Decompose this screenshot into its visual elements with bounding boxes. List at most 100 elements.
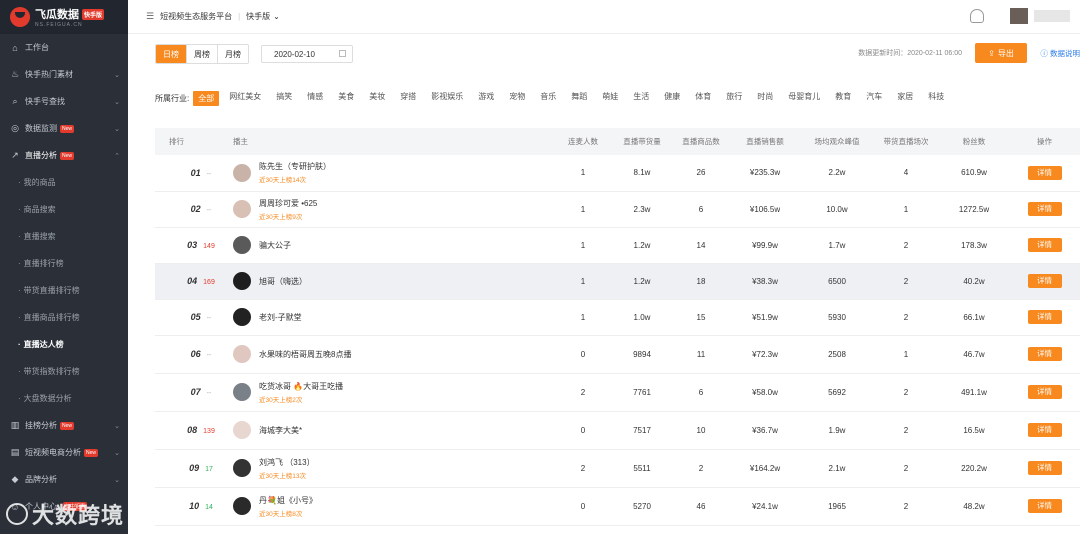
anchor-info[interactable]: 水果味的梧哥周五晚8点播 bbox=[233, 345, 555, 363]
brand-logo[interactable]: 飞瓜数据 快手版 NS.FEIGUA.CN bbox=[0, 0, 128, 34]
table-row[interactable]: 06 -- 水果味的梧哥周五晚8点播 0 9894 11 ¥72.3w 2508 1 46.7w 详… bbox=[155, 335, 1080, 373]
detail-button[interactable]: 详情 bbox=[1027, 165, 1062, 180]
table-row[interactable]: 08 139 海城李大美* 0 7517 10 ¥36.7w 1.9w 2 16.5w 详情 bbox=[155, 411, 1080, 449]
user-name-blurred[interactable] bbox=[1034, 10, 1070, 22]
industry-option[interactable]: 情感 bbox=[307, 91, 323, 106]
industry-option[interactable]: 汽车 bbox=[866, 91, 882, 106]
sidebar-subitem[interactable]: 直播达人榜 bbox=[0, 331, 128, 358]
tab-daily[interactable]: 日榜 bbox=[156, 45, 187, 63]
anchor-avatar[interactable] bbox=[233, 459, 251, 477]
detail-button[interactable]: 详情 bbox=[1027, 238, 1062, 252]
menu-icon[interactable]: ☰ bbox=[146, 11, 154, 22]
anchor-avatar[interactable] bbox=[233, 345, 251, 363]
anchor-info[interactable]: 海城李大美* bbox=[233, 421, 555, 439]
anchor-info[interactable]: 刘鸿飞 （313） 近30天上榜13次 bbox=[233, 457, 555, 480]
table-row[interactable]: 04 169 旭哥（嗨选） 1 1.2w 18 ¥38.3w 6500 2 40.2w 详情 bbox=[155, 263, 1080, 299]
anchor-name[interactable]: 吃货冰哥 🔥大哥王吃播 bbox=[259, 381, 343, 392]
detail-button[interactable]: 详情 bbox=[1027, 461, 1062, 475]
date-picker[interactable]: 2020-02-10 bbox=[261, 45, 353, 63]
sidebar-item-trend[interactable]: ↗ 直播分析 New ⌃ bbox=[0, 142, 128, 169]
col-peak[interactable]: 场均观众峰值 bbox=[801, 128, 873, 155]
industry-option[interactable]: 生活 bbox=[633, 91, 649, 106]
sidebar-item-bar-chart[interactable]: ▥ 挂榜分析 New ⌄ bbox=[0, 412, 128, 439]
sidebar-item-home[interactable]: ⌂ 工作台 bbox=[0, 34, 128, 61]
industry-option[interactable]: 舞蹈 bbox=[571, 91, 587, 106]
sidebar-subitem[interactable]: 直播排行榜 bbox=[0, 250, 128, 277]
anchor-avatar[interactable] bbox=[233, 200, 251, 218]
anchor-name[interactable]: 骗大公子 bbox=[259, 240, 291, 251]
industry-option[interactable]: 健康 bbox=[664, 91, 680, 106]
anchor-info[interactable]: 旭哥（嗨选） bbox=[233, 272, 555, 290]
industry-option[interactable]: 搞笑 bbox=[276, 91, 292, 106]
col-sales[interactable]: 直播带货量 bbox=[611, 128, 673, 155]
col-rank[interactable]: 排行 bbox=[155, 128, 233, 155]
table-row[interactable]: 02 -- 周周珍可爱 •625 近30天上榜9次 1 2.3w 6 ¥106.5w 10.0w… bbox=[155, 191, 1080, 227]
industry-option[interactable]: 时尚 bbox=[757, 91, 773, 106]
industry-option[interactable]: 美食 bbox=[338, 91, 354, 106]
table-row[interactable]: 03 149 骗大公子 1 1.2w 14 ¥99.9w 1.7w 2 178.3w 详情 bbox=[155, 227, 1080, 263]
anchor-avatar[interactable] bbox=[233, 497, 251, 515]
headset-icon[interactable] bbox=[970, 9, 984, 23]
sidebar-subitem[interactable]: 带货指数排行榜 bbox=[0, 358, 128, 385]
anchor-name[interactable]: 旭哥（嗨选） bbox=[259, 276, 307, 287]
tab-monthly[interactable]: 月榜 bbox=[218, 45, 248, 63]
version-dropdown[interactable]: 快手版 bbox=[246, 11, 270, 22]
industry-option[interactable]: 网红美女 bbox=[229, 91, 261, 106]
detail-button[interactable]: 详情 bbox=[1027, 202, 1062, 216]
industry-option[interactable]: 萌娃 bbox=[602, 91, 618, 106]
detail-button[interactable]: 详情 bbox=[1027, 423, 1062, 437]
industry-option[interactable]: 全部 bbox=[193, 91, 220, 106]
anchor-info[interactable]: 老刘-子默堂 bbox=[233, 308, 555, 326]
table-row[interactable]: 09 17 刘鸿飞 （313） 近30天上榜13次 2 5511 2 ¥164.2w 2.1w 2… bbox=[155, 449, 1080, 487]
detail-button[interactable]: 详情 bbox=[1027, 347, 1062, 361]
anchor-avatar[interactable] bbox=[233, 163, 251, 182]
sidebar-subitem[interactable]: 直播商品排行榜 bbox=[0, 304, 128, 331]
anchor-name[interactable]: 水果味的梧哥周五晚8点播 bbox=[259, 349, 351, 360]
industry-option[interactable]: 穿搭 bbox=[400, 91, 416, 106]
col-goods[interactable]: 直播商品数 bbox=[673, 128, 729, 155]
table-row[interactable]: 10 14 丹💐姐《小号》 近30天上榜8次 0 5270 46 ¥24.1w 1965 2 48.… bbox=[155, 487, 1080, 525]
sidebar-subitem[interactable]: 带货直播排行榜 bbox=[0, 277, 128, 304]
industry-option[interactable]: 音乐 bbox=[540, 91, 556, 106]
sidebar-item-search[interactable]: ⌕ 快手号查找 ⌄ bbox=[0, 88, 128, 115]
anchor-name[interactable]: 丹💐姐《小号》 bbox=[259, 495, 317, 506]
anchor-name[interactable]: 老刘-子默堂 bbox=[259, 312, 302, 323]
detail-button[interactable]: 详情 bbox=[1027, 385, 1062, 399]
export-button[interactable]: ⇪ 导出 bbox=[975, 43, 1027, 63]
anchor-avatar[interactable] bbox=[233, 236, 251, 254]
detail-button[interactable]: 详情 bbox=[1027, 274, 1062, 288]
table-row[interactable]: 05 -- 老刘-子默堂 1 1.0w 15 ¥51.9w 5930 2 66.1w 详情 bbox=[155, 299, 1080, 335]
industry-option[interactable]: 科技 bbox=[928, 91, 944, 106]
sidebar-item-diamond[interactable]: ◆ 品牌分析 ⌄ bbox=[0, 466, 128, 493]
industry-option[interactable]: 体育 bbox=[695, 91, 711, 106]
anchor-info[interactable]: 骗大公子 bbox=[233, 236, 555, 254]
industry-option[interactable]: 母婴育儿 bbox=[788, 91, 820, 106]
col-sessions[interactable]: 带货直播场次 bbox=[873, 128, 939, 155]
anchor-name[interactable]: 刘鸿飞 （313） bbox=[259, 457, 315, 468]
col-gmv[interactable]: 直播销售额 bbox=[729, 128, 801, 155]
anchor-name[interactable]: 陈先生（专研护肤） bbox=[259, 161, 331, 172]
col-mic[interactable]: 连麦人数 bbox=[555, 128, 611, 155]
anchor-name[interactable]: 周周珍可爱 •625 bbox=[259, 198, 317, 209]
sidebar-subitem[interactable]: 我的商品 bbox=[0, 169, 128, 196]
tab-weekly[interactable]: 周榜 bbox=[187, 45, 218, 63]
sidebar-item-cart[interactable]: ▤ 短视频电商分析 New ⌄ bbox=[0, 439, 128, 466]
anchor-avatar[interactable] bbox=[233, 272, 251, 290]
sidebar-subitem[interactable]: 直播搜索 bbox=[0, 223, 128, 250]
industry-option[interactable]: 家居 bbox=[897, 91, 913, 106]
sidebar-item-flame[interactable]: ♨ 快手热门素材 ⌄ bbox=[0, 61, 128, 88]
col-fans[interactable]: 粉丝数 bbox=[939, 128, 1009, 155]
anchor-info[interactable]: 周周珍可爱 •625 近30天上榜9次 bbox=[233, 198, 555, 221]
table-row[interactable]: 07 -- 吃货冰哥 🔥大哥王吃播 近30天上榜2次 2 7761 6 ¥58.0w 5692 2… bbox=[155, 373, 1080, 411]
table-row[interactable]: 01 -- 陈先生（专研护肤） 近30天上榜14次 1 8.1w 26 ¥235.3w 2.2w… bbox=[155, 155, 1080, 191]
anchor-info[interactable]: 陈先生（专研护肤） 近30天上榜14次 bbox=[233, 161, 555, 184]
detail-button[interactable]: 详情 bbox=[1027, 310, 1062, 324]
anchor-avatar[interactable] bbox=[233, 308, 251, 326]
anchor-info[interactable]: 吃货冰哥 🔥大哥王吃播 近30天上榜2次 bbox=[233, 381, 555, 404]
industry-option[interactable]: 美妆 bbox=[369, 91, 385, 106]
data-help-link[interactable]: ⓘ 数据说明 bbox=[1040, 48, 1080, 59]
industry-option[interactable]: 宠物 bbox=[509, 91, 525, 106]
industry-option[interactable]: 影视娱乐 bbox=[431, 91, 463, 106]
industry-option[interactable]: 旅行 bbox=[726, 91, 742, 106]
platform-title[interactable]: 短视频生态服务平台 bbox=[160, 11, 232, 22]
